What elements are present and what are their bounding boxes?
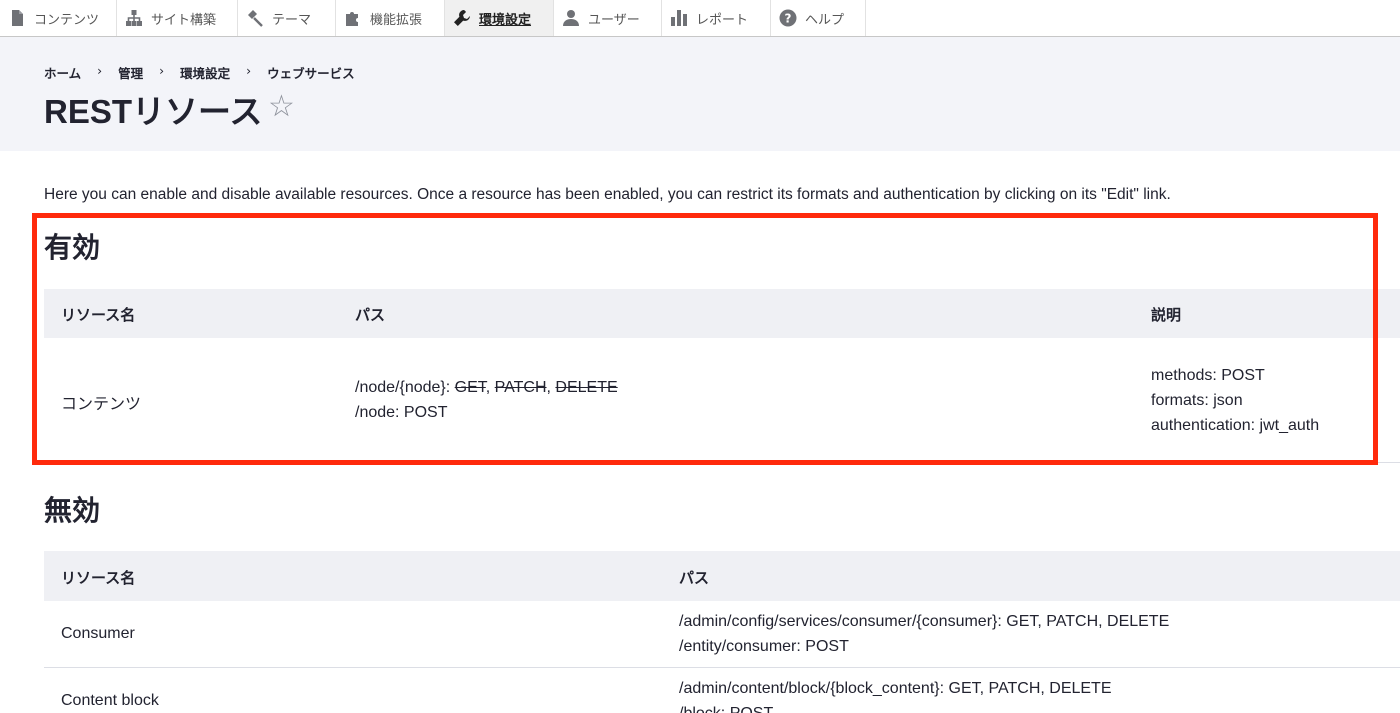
paintbrush-icon [248,10,263,27]
toolbar-item-help[interactable]: ? ヘルプ [771,0,866,36]
table-row: Consumer /admin/config/services/consumer… [44,601,1400,668]
page-title: RESTリソース [44,93,263,130]
resource-name: Content block [61,692,159,709]
resource-name: Consumer [61,625,135,642]
toolbar-item-content[interactable]: コンテンツ [0,0,117,36]
toolbar-item-people[interactable]: ユーザー [554,0,662,36]
column-header-name: リソース名 [61,569,136,587]
toolbar-label: 機能拡張 [370,12,423,28]
star-icon[interactable]: ☆ [268,89,295,125]
sitemap-icon [126,10,142,26]
path-line: /admin/config/services/consumer/{consume… [679,613,1170,630]
toolbar-label: ユーザー [588,12,640,28]
admin-toolbar: コンテンツ サイト構築 テーマ 機能拡張 環境設定 ユーザー レポート ? ヘル… [0,0,1400,37]
resource-path: /admin/config/services/consumer/{consume… [679,609,1169,659]
help-icon: ? [779,9,797,27]
page-header: ホーム › 管理 › 環境設定 › ウェブサービス RESTリソース ☆ [0,37,1400,151]
document-icon [12,10,23,26]
toolbar-item-reports[interactable]: レポート [662,0,771,36]
wrench-icon [454,10,470,26]
breadcrumb-separator: › [159,63,165,78]
toolbar-label: コンテンツ [34,12,100,28]
path-line: /admin/content/block/{block_content}: GE… [679,680,1112,697]
highlight-annotation [32,213,1378,465]
toolbar-label: レポート [696,12,749,28]
toolbar-label: サイト構築 [151,12,217,28]
toolbar-label: ヘルプ [805,12,845,28]
puzzle-icon [346,12,358,26]
bar-chart-icon [671,10,687,26]
toolbar-label: テーマ [272,12,312,28]
table-row: Content block /admin/content/block/{bloc… [44,668,1400,713]
toolbar-label: 環境設定 [479,12,532,28]
svg-text:?: ? [785,12,792,26]
intro-text: Here you can enable and disable availabl… [44,186,1171,203]
resource-path: /admin/content/block/{block_content}: GE… [679,676,1112,713]
breadcrumb-separator: › [97,63,103,78]
toolbar-item-configuration[interactable]: 環境設定 [445,0,554,36]
toolbar-item-appearance[interactable]: テーマ [238,0,336,36]
breadcrumb: ホーム › 管理 › 環境設定 › ウェブサービス [44,63,355,82]
path-line: /block: POST [679,705,773,713]
toolbar-item-extend[interactable]: 機能拡張 [336,0,445,36]
breadcrumb-home[interactable]: ホーム [44,63,81,82]
user-icon [563,10,579,26]
breadcrumb-config[interactable]: 環境設定 [180,63,230,82]
breadcrumb-web-services[interactable]: ウェブサービス [267,63,355,82]
disabled-table-header: リソース名 パス [44,551,1400,601]
breadcrumb-admin[interactable]: 管理 [118,63,143,82]
column-header-path: パス [679,569,710,587]
breadcrumb-separator: › [246,63,252,78]
toolbar-item-structure[interactable]: サイト構築 [117,0,238,36]
disabled-section-title: 無効 [44,494,101,527]
path-line: /entity/consumer: POST [679,638,849,655]
